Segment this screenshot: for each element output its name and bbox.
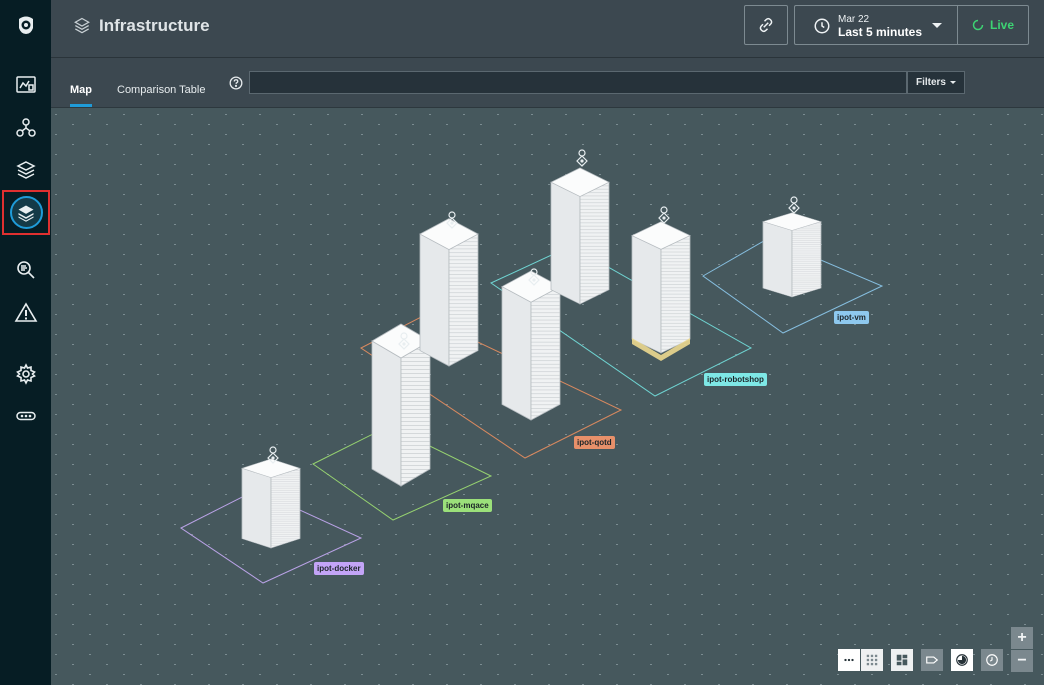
infrastructure-title-icon <box>74 17 90 34</box>
tab-comparison-table[interactable]: Comparison Table <box>117 84 205 96</box>
search-input[interactable] <box>249 71 907 94</box>
map-canvas[interactable] <box>51 108 1044 685</box>
filters-dropdown[interactable]: Filters <box>907 71 965 94</box>
zone-label-ipot-qotd[interactable]: ipot-qotd <box>574 436 615 449</box>
link-icon <box>759 17 773 33</box>
tag-button[interactable] <box>921 649 943 671</box>
color-by-icon <box>956 654 968 666</box>
server-ipot-vm[interactable] <box>762 212 822 298</box>
settings-icon[interactable] <box>0 356 51 392</box>
grid-icon <box>866 654 878 666</box>
analytics-icon[interactable] <box>0 252 51 288</box>
application-perspectives-icon[interactable] <box>0 110 51 146</box>
live-label: Live <box>989 18 1014 32</box>
zone-label-ipot-vm[interactable]: ipot-vm <box>834 311 869 324</box>
server-ipot-qotd-tall[interactable] <box>419 218 479 367</box>
more-icon[interactable] <box>0 398 51 434</box>
server-ipot-robotshop[interactable] <box>631 221 691 354</box>
live-spinner-icon <box>972 19 984 31</box>
more-options-icon <box>844 658 854 662</box>
live-button[interactable]: Live <box>957 5 1029 45</box>
sidebar <box>0 0 51 685</box>
server-ipot-robotshop-back[interactable] <box>550 167 610 305</box>
page-title: Infrastructure <box>99 16 210 35</box>
chevron-down-icon <box>950 81 956 84</box>
server-ipot-docker[interactable] <box>241 458 301 549</box>
top-header: Infrastructure Mar 22 Last 5 minutes Liv… <box>51 0 1044 58</box>
platforms-icon[interactable] <box>0 152 51 188</box>
zoom-out-button[interactable]: − <box>1011 650 1033 672</box>
tab-bar: Map Comparison Table Filters <box>51 58 1044 108</box>
infrastructure-icon[interactable] <box>2 190 50 235</box>
dashboard-icon[interactable] <box>0 67 51 103</box>
active-tab-indicator <box>70 104 92 107</box>
logo-icon[interactable] <box>0 7 51 43</box>
active-indicator <box>9 196 43 229</box>
zone-label-ipot-docker[interactable]: ipot-docker <box>314 562 364 575</box>
chevron-down-icon <box>932 23 942 28</box>
time-date: Mar 22 <box>838 14 870 25</box>
time-range-picker[interactable]: Mar 22 Last 5 minutes <box>794 5 958 45</box>
layout-icon <box>896 654 908 666</box>
server-ipot-qotd[interactable] <box>501 270 561 421</box>
copy-link-button[interactable] <box>744 5 788 45</box>
more-options-button[interactable] <box>838 649 860 671</box>
tab-map[interactable]: Map <box>70 84 92 96</box>
time-range-label: Last 5 minutes <box>838 25 923 39</box>
layout-button[interactable] <box>891 649 913 671</box>
color-by-button[interactable] <box>951 649 973 671</box>
clock-icon <box>814 18 830 34</box>
zone-label-ipot-robotshop[interactable]: ipot-robotshop <box>704 373 767 386</box>
history-button[interactable] <box>981 649 1003 671</box>
infrastructure-map[interactable]: ipot-docker ipot-mqace ipot-qotd ipot-ro… <box>51 108 1044 685</box>
zoom-in-button[interactable]: + <box>1011 627 1033 649</box>
zone-label-ipot-mqace[interactable]: ipot-mqace <box>443 499 492 512</box>
tag-icon <box>926 656 939 664</box>
filters-label: Filters <box>915 77 946 88</box>
clock-icon <box>986 654 998 666</box>
grid-view-button[interactable] <box>861 649 883 671</box>
events-icon[interactable] <box>0 295 51 331</box>
help-icon[interactable] <box>229 76 243 90</box>
